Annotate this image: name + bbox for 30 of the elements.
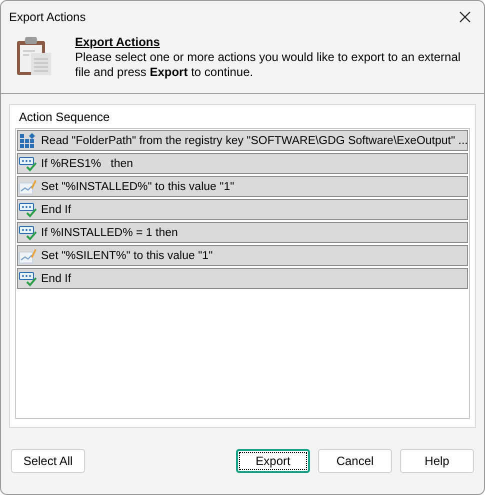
action-label: Set "%INSTALLED%" to this value "1" [41,180,234,192]
action-label: Read "FolderPath" from the registry key "SOFTWARE\GDG Software\ExeOutput" ... [41,134,468,146]
pencil-chart-icon [19,178,37,194]
dialog-button[interactable]: Select All [11,449,85,473]
dialog-button[interactable]: Help [400,449,474,473]
speech-check-icon [19,202,37,218]
action-row[interactable]: If %INSTALLED% = 1 then [17,222,468,243]
dialog-button[interactable]: Cancel [318,449,392,473]
action-row[interactable]: End If [17,268,468,289]
action-row[interactable]: If %RES1% then [17,153,468,174]
speech-check-icon [19,156,37,172]
instructions-text: Please select one or more actions you would like to export to an external file and press Export to continue. [75,50,462,80]
speech-check-icon [19,224,37,240]
action-label: Set "%SILENT%" to this value "1" [41,250,213,262]
action-label: If %INSTALLED% = 1 then [41,226,178,238]
header-title: Export Actions [75,35,161,49]
action-label: End If [41,272,72,284]
speech-check-icon [19,270,37,286]
grid-icon [19,132,37,148]
action-label: If %RES1% then [41,158,134,170]
panel-heading: Action Sequence [18,109,111,126]
pencil-chart-icon [19,248,37,264]
action-label: End If [41,204,72,216]
dialog-button[interactable]: Export [236,449,310,473]
action-row[interactable]: Read "FolderPath" from the registry key "SOFTWARE\GDG Software\ExeOutput" ... [17,130,468,151]
window-title: Export Actions [9,10,86,24]
close-icon[interactable] [458,10,472,24]
action-row[interactable]: Set "%SILENT%" to this value "1" [17,245,468,266]
action-row[interactable]: End If [17,199,468,220]
action-row[interactable]: Set "%INSTALLED%" to this value "1" [17,176,468,197]
